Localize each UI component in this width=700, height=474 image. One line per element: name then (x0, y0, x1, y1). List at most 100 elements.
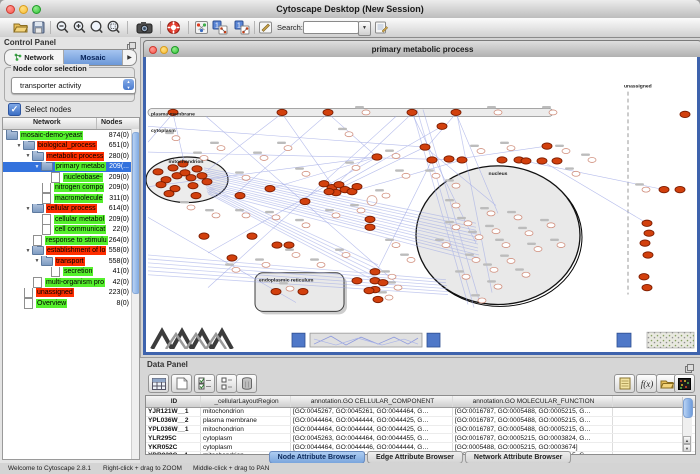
open-icon[interactable] (13, 20, 28, 35)
notes-icon[interactable] (614, 374, 635, 393)
snapshot-camera-icon[interactable] (136, 20, 154, 35)
tree-row[interactable]: unassigned223(0) (3, 288, 139, 299)
cell-molecular[interactable]: [GO:0005488, GO:0005215, GO:0003674] (453, 443, 613, 451)
tree-row[interactable]: nitrogen compo209(0) (3, 183, 139, 194)
select-nodes-checkbox[interactable]: ✓ (8, 103, 21, 116)
cell-cellular[interactable]: [GO:0045267, GO:0045261, GO:0044464, G… (291, 408, 453, 416)
search-input[interactable] (303, 21, 359, 34)
zoom-selected-icon[interactable] (106, 20, 121, 35)
attribute-table[interactable]: ID _cellularLayoutRegion annotation.GO C… (145, 395, 696, 455)
annotation-icon[interactable] (258, 20, 273, 35)
network-overview-icon[interactable] (194, 20, 209, 35)
column-header-molecular-function[interactable]: annotation.GO MOLECULAR_FUNCTION (453, 396, 613, 407)
cell-id[interactable]: YJR121W__1 (146, 408, 201, 416)
search-config-icon[interactable] (374, 20, 389, 35)
table-row[interactable]: YPL036W__1mitochondrion[GO:0044464, GO:0… (146, 426, 695, 435)
cell-region[interactable]: cytoplasm (201, 434, 291, 442)
float-panel-icon[interactable] (127, 38, 136, 47)
new-network-from-selected-edges-icon[interactable]: 1 (234, 20, 249, 35)
tree-row[interactable]: cellular metabol209(0) (3, 214, 139, 225)
tree-scrollbar-thumb[interactable] (132, 132, 140, 294)
tree-header-nodes[interactable]: Nodes (101, 119, 122, 126)
tree-header-network[interactable]: Network (33, 119, 61, 126)
tree-row[interactable]: nucleobase-209(0) (3, 172, 139, 183)
table-row[interactable]: YPL036W__2plasma membrane[GO:0044464, GO… (146, 417, 695, 426)
tree-row[interactable]: ▼cellular process614(0) (3, 204, 139, 215)
tree-row[interactable]: ▼biological_process651(0) (3, 141, 139, 152)
cell-molecular[interactable]: [GO:0016787, GO:0005488, GO:0005215, G… (453, 417, 613, 425)
cell-molecular[interactable]: [GO:0016787, GO:0005488, GO:0005215, G… (453, 426, 613, 434)
zoom-out-icon[interactable] (55, 20, 70, 35)
tree-row[interactable]: ▼metabolic process280(0) (3, 151, 139, 162)
cell-region[interactable]: mitochondrion (201, 426, 291, 434)
node-color-dropdown[interactable]: transporter activity ▲▼ (11, 77, 136, 94)
tree-row[interactable]: ▼transport558(0) (3, 256, 139, 267)
main-titlebar[interactable]: Cytoscape Desktop (New Session) (0, 0, 700, 19)
delete-attribute-icon[interactable] (236, 374, 257, 393)
tree-row-selected[interactable]: ▼primary metabo209(... (3, 162, 139, 173)
column-header-region[interactable]: _cellularLayoutRegion (201, 396, 291, 407)
expand-triangle-icon[interactable]: ▼ (24, 153, 32, 159)
network-label: biological_process (37, 141, 97, 150)
new-attribute-icon[interactable] (171, 374, 192, 393)
cell-region[interactable]: cytoplasm (201, 443, 291, 451)
cell-region[interactable]: plasma membrane (201, 417, 291, 425)
cell-id[interactable]: YPL036W__1 (146, 426, 201, 434)
function-builder-icon[interactable]: f(x) (636, 374, 657, 393)
cell-cellular[interactable]: [GO:0044464, GO:0044444, GO:0044425, G… (291, 417, 453, 425)
tab-network[interactable]: Network (5, 50, 64, 65)
zoom-in-icon[interactable] (72, 20, 87, 35)
expand-triangle-icon[interactable]: ▼ (33, 164, 41, 170)
new-network-from-selected-nodes-icon[interactable]: 1 (212, 20, 227, 35)
search-dropdown-button[interactable]: ▼ (358, 21, 371, 36)
column-header-id[interactable]: ID (146, 396, 201, 407)
tree-row[interactable]: Overview8(0) (3, 298, 139, 309)
cell-molecular[interactable]: [GO:0016787, GO:0005215, GO:0003824, G… (453, 434, 613, 442)
attribute-table-icon[interactable] (148, 374, 169, 393)
table-scrollbar[interactable]: ▲ ▼ (682, 397, 692, 452)
attribute-matrix-icon[interactable] (674, 374, 695, 393)
table-scrollbar-thumb[interactable] (683, 398, 693, 418)
tree-row[interactable]: ▼establishment of lo558(0) (3, 246, 139, 257)
tab-overflow-arrow-icon[interactable]: ▶ (123, 50, 136, 65)
tree-row[interactable]: multi-organism pro42(0) (3, 277, 139, 288)
expand-triangle-icon[interactable]: ▼ (33, 258, 41, 264)
expand-triangle-icon[interactable]: ▼ (15, 143, 23, 149)
cell-cellular[interactable]: [GO:0045263, GO:0044464, GO:0044455, G… (291, 434, 453, 442)
help-lifesaver-icon[interactable] (166, 20, 181, 35)
float-panel-icon[interactable] (685, 360, 694, 369)
node-count: 264(0) (109, 237, 129, 244)
plasma-membrane-bar[interactable] (148, 108, 553, 116)
cell-cellular[interactable]: [GO:0044464, GO:0044444, GO:0044425, G… (291, 426, 453, 434)
network-label: metabolic process (46, 152, 104, 161)
cell-id[interactable]: YLR295C (146, 434, 201, 442)
tree-scrollbar[interactable] (131, 129, 139, 459)
toolbar-separator (188, 21, 189, 34)
table-row[interactable]: YJR121W__1mitochondrion[GO:0045267, GO:0… (146, 408, 695, 417)
tree-row[interactable]: cell communicat22(0) (3, 225, 139, 236)
tree-row[interactable]: mosaic-demo-yeast874(0) (3, 130, 139, 141)
cell-id[interactable]: YPL036W__2 (146, 417, 201, 425)
network-canvas[interactable]: plasma membrane cytoplasm mitochondrion … (146, 57, 697, 349)
tree-row[interactable]: macromolecule311(0) (3, 193, 139, 204)
cell-cellular[interactable]: [GO:0044464, GO:0044446, GO:0044444, G… (291, 443, 453, 451)
region-label-endoplasmic-reticulum: endoplasmic reticulum (259, 278, 314, 284)
scroll-up-icon[interactable]: ▲ (683, 436, 691, 444)
node-count: 874(0) (109, 132, 129, 139)
zoom-fit-icon[interactable] (89, 20, 104, 35)
create-attribute-icon[interactable] (216, 374, 237, 393)
select-nodes-row: ✓ Select nodes (8, 103, 71, 116)
save-icon[interactable] (31, 20, 46, 35)
tree-row[interactable]: secretion41(0) (3, 267, 139, 278)
tab-mosaic[interactable]: Mosaic (64, 50, 123, 65)
expand-triangle-icon[interactable]: ▼ (24, 206, 32, 212)
expand-triangle-icon[interactable]: ▼ (24, 248, 32, 254)
table-row[interactable]: YLR295Ccytoplasm[GO:0045263, GO:0044464,… (146, 434, 695, 443)
select-attributes-icon[interactable] (194, 374, 215, 393)
cell-region[interactable]: mitochondrion (201, 408, 291, 416)
column-header-cellular-component[interactable]: annotation.GO CELLULAR_COMPONENT (291, 396, 453, 407)
cell-molecular[interactable]: [GO:0016787, GO:0005488, GO:0005215, G… (453, 408, 613, 416)
cell-id[interactable]: YKR052C (146, 443, 201, 451)
tree-row[interactable]: response to stimulu264(0) (3, 235, 139, 246)
svg-text:1: 1 (215, 23, 219, 30)
